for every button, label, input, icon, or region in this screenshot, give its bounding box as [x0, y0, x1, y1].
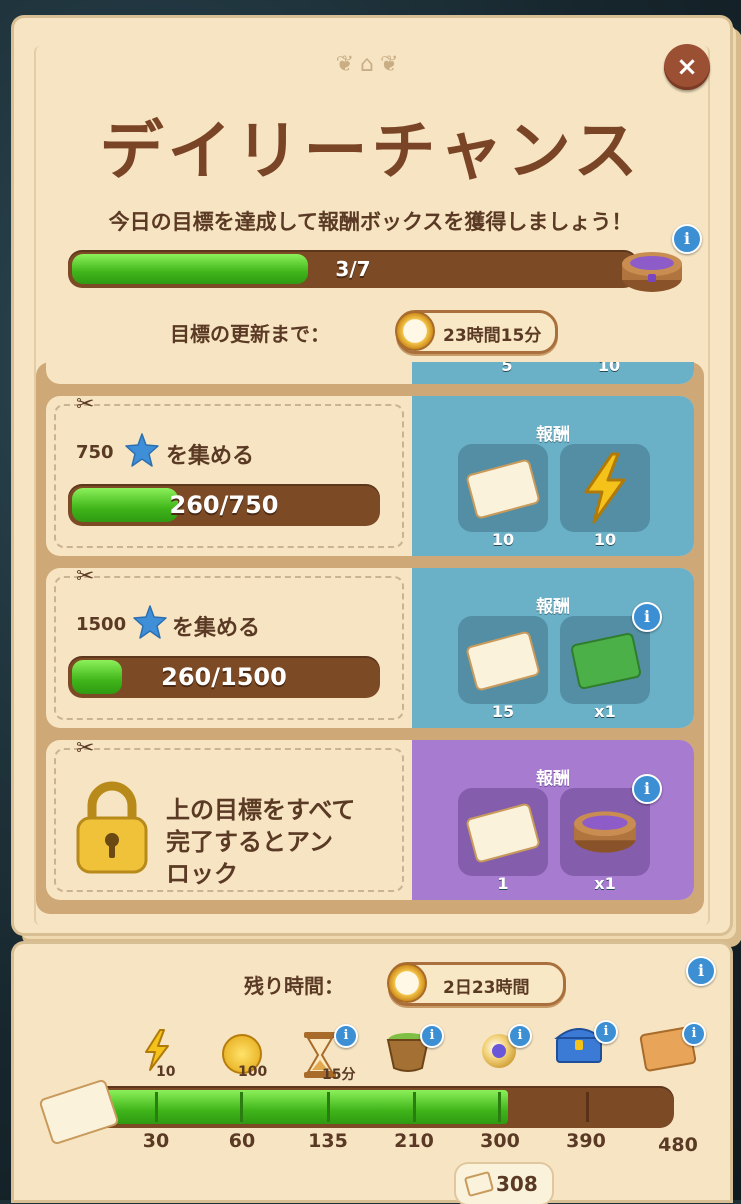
reward-panel-locked: 報酬 i 1 x1: [412, 740, 694, 900]
dashed-border: [54, 404, 404, 548]
current-points: 308: [496, 1172, 538, 1196]
locked-text: 完了するとアン: [166, 828, 334, 856]
overall-progress-bar: 3/7: [68, 250, 638, 288]
milestone-label: 60: [228, 1130, 256, 1152]
remaining-timer: 2日23時間: [387, 962, 566, 1006]
info-icon[interactable]: i: [672, 224, 702, 254]
scissors-icon: ✂: [76, 396, 95, 417]
reward-qty: 10: [491, 530, 515, 549]
reward-qty: x1: [594, 874, 616, 893]
milestone-label: 390: [566, 1130, 606, 1152]
milestone-tick: [413, 1092, 416, 1122]
info-icon[interactable]: i: [632, 774, 662, 804]
refresh-timer: 23時間15分: [395, 310, 558, 354]
house-ornament-icon: ❦⌂❦: [335, 52, 405, 77]
blue-star-icon: [133, 605, 167, 639]
clock-icon: [387, 963, 427, 1003]
info-icon[interactable]: i: [686, 956, 716, 986]
reward-box-icon[interactable]: [620, 248, 684, 294]
reward-qty: 10: [597, 362, 621, 375]
task-progress-bar: 260/1500: [68, 656, 380, 698]
task-card[interactable]: ✂ 1500 を集める 260/1500 報酬 i 15 x1: [46, 568, 694, 728]
task-card-partial: 5 10: [46, 362, 694, 384]
task-suffix: を集める: [166, 444, 255, 469]
refresh-time: 23時間15分: [443, 326, 542, 346]
locked-text: ロック: [166, 860, 238, 888]
reward-title: 報酬: [536, 425, 570, 445]
info-icon[interactable]: i: [632, 602, 662, 632]
reward-qty: 10: [593, 530, 617, 549]
blue-star-icon: [125, 433, 159, 467]
padlock-icon: [76, 781, 148, 874]
season-panel: [14, 944, 730, 1200]
refresh-label: 目標の更新まで：: [170, 322, 330, 346]
current-points-badge: 308: [456, 1164, 552, 1204]
task-card[interactable]: ✂ 750 を集める 260/750 報酬 10 10: [46, 396, 694, 556]
overall-progress-text: 3/7: [335, 257, 371, 281]
remaining-label: 残り時間：: [244, 974, 344, 998]
ticket-icon: [465, 630, 541, 692]
prize-label: 10: [156, 1064, 176, 1080]
task-body: ✂ 上の目標をすべて 完了するとアン ロック: [46, 740, 412, 900]
milestone-tick: [327, 1092, 330, 1122]
milestone-label: 210: [394, 1130, 434, 1152]
milestone-label: 300: [480, 1130, 520, 1152]
reward-qty: x1: [594, 702, 616, 721]
milestone-label: 30: [142, 1130, 170, 1152]
reward-slot[interactable]: [458, 616, 548, 704]
locked-text: 上の目標をすべて: [166, 796, 356, 824]
clock-icon: [395, 311, 435, 351]
prize-label: 15分: [322, 1067, 356, 1083]
scissors-icon: ✂: [76, 740, 95, 761]
dashed-border: [54, 576, 404, 720]
reward-panel: 報酬 i 15 x1: [412, 568, 694, 728]
reward-slot[interactable]: [458, 444, 548, 532]
lightning-icon: [584, 452, 626, 524]
ticket-icon: [465, 802, 541, 864]
reward-slot[interactable]: [560, 788, 650, 876]
milestone-tick: [498, 1092, 501, 1122]
milestone-tick: [240, 1092, 243, 1122]
info-icon[interactable]: i: [420, 1024, 444, 1048]
reward-slot[interactable]: [458, 788, 548, 876]
scissors-icon: ✂: [76, 568, 95, 589]
green-card-icon: [569, 631, 643, 691]
task-progress-text: 260/750: [169, 491, 279, 519]
subtitle: 今日の目標を達成して報酬ボックスを獲得しましょう！: [108, 210, 633, 234]
info-icon[interactable]: i: [508, 1024, 532, 1048]
info-icon[interactable]: i: [334, 1024, 358, 1048]
prize-label: 100: [238, 1064, 268, 1080]
milestone-tick: [586, 1092, 589, 1122]
task-suffix: を集める: [172, 616, 261, 641]
task-progress-bar: 260/750: [68, 484, 380, 526]
reward-slot[interactable]: [560, 444, 650, 532]
reward-box-icon: [574, 811, 636, 853]
page-title: デイリーチャンス: [99, 115, 642, 189]
ticket-icon: [463, 1170, 495, 1198]
reward-qty: 5: [501, 362, 513, 375]
milestone-label: 480: [658, 1134, 698, 1156]
task-amount: 1500: [76, 614, 127, 635]
close-button[interactable]: ×: [664, 44, 710, 90]
task-body: ✂ 1500 を集める 260/1500: [46, 568, 412, 728]
task-amount: 750: [76, 442, 114, 463]
reward-panel: 報酬 10 10: [412, 396, 694, 556]
task-progress-text: 260/1500: [161, 663, 287, 691]
reward-panel-partial: 5 10: [412, 362, 694, 384]
task-body: ✂ 750 を集める 260/750: [46, 396, 412, 556]
reward-qty: 15: [491, 702, 515, 721]
potion-core-icon: [492, 1044, 506, 1058]
info-icon[interactable]: i: [682, 1022, 706, 1046]
milestone-tick: [155, 1092, 158, 1122]
milestone-label: 135: [308, 1130, 348, 1152]
task-card-locked[interactable]: ✂ 上の目標をすべて 完了するとアン ロック 報酬 i 1 x1: [46, 740, 694, 900]
reward-qty: 1: [497, 874, 509, 893]
ticket-icon: [465, 458, 541, 520]
task-left-partial: [46, 362, 412, 384]
task-list[interactable]: 5 10 ✂ 750 を集める 260/750 報酬 10 10 ✂ 1500 …: [36, 362, 704, 914]
info-icon[interactable]: i: [594, 1020, 618, 1044]
remaining-time: 2日23時間: [443, 978, 530, 998]
reward-slot[interactable]: [560, 616, 650, 704]
